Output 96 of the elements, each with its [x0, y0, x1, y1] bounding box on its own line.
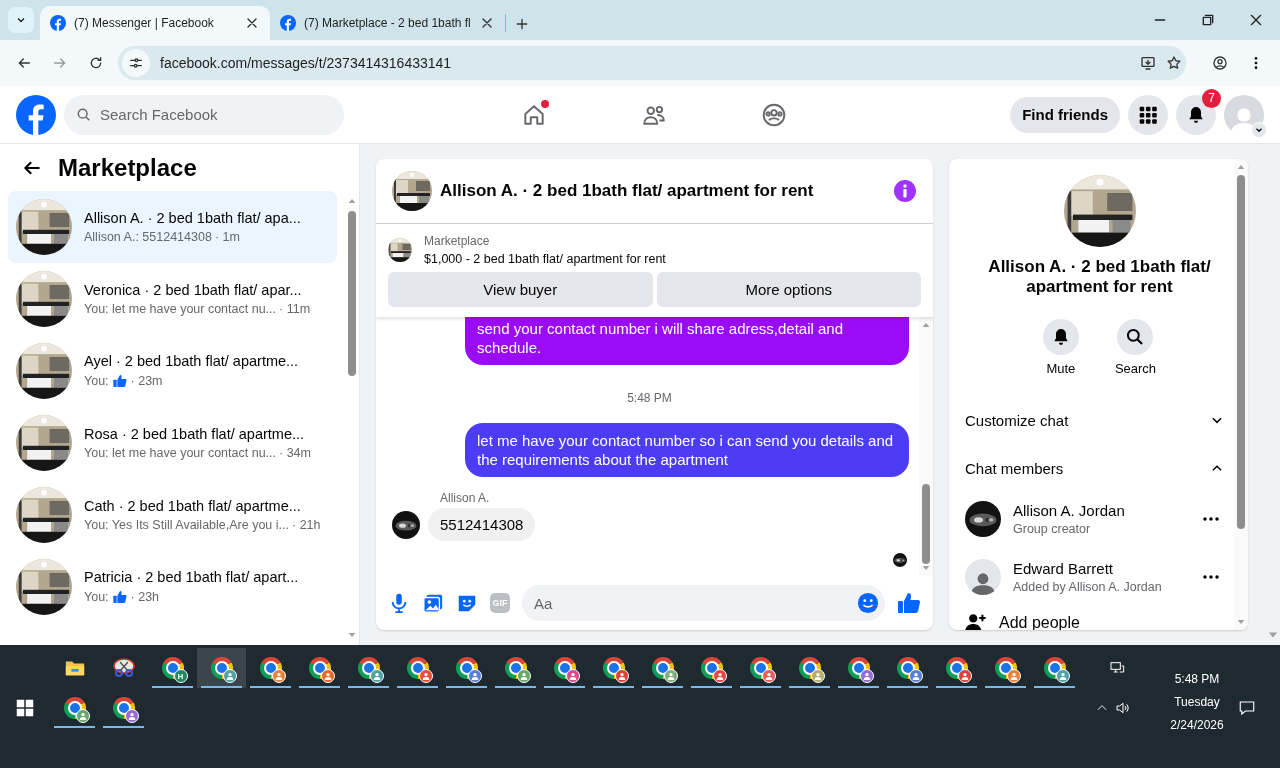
notifications-button[interactable] [1176, 94, 1216, 135]
message-bubble: let me have your contact number so i can send you details and the requirements about the apartment [465, 423, 909, 477]
url-text: facebook.com/messages/t/2373414316433141 [160, 55, 453, 71]
chat-title: Allison A. · 2 bed 1bath flat/ apartment for rent [440, 181, 815, 201]
reload-icon[interactable] [88, 55, 104, 71]
conversation-title: Cath · 2 bed 1bath flat/ apartme... [84, 498, 302, 514]
windows-start-icon[interactable] [16, 699, 34, 717]
thumbs-up-icon[interactable] [897, 591, 921, 615]
site-settings-icon[interactable] [128, 55, 144, 71]
conversation-item[interactable]: Veronica · 2 bed 1bath flat/ apar... You: let me have your contact nu... · 11m [8, 263, 337, 335]
install-app-icon[interactable] [1140, 55, 1156, 71]
conversation-name: Allison A. · 2 bed 1bath flat/ apartment for rent [987, 257, 1212, 297]
bookmark-star-icon[interactable] [1166, 55, 1182, 71]
section-header[interactable]: Customize chat [965, 398, 1234, 442]
message-preview: Allison A.: 5512414308 [84, 230, 212, 244]
groups-icon [761, 101, 787, 128]
facebook-logo-icon[interactable] [50, 15, 66, 31]
page-title: Marketplace [58, 153, 197, 182]
notifications-icon[interactable] [1238, 699, 1256, 717]
clock-time: 5:48 PM [1174, 671, 1220, 686]
section-header[interactable]: Chat members [965, 446, 1234, 490]
default-avatar-icon [965, 559, 1001, 595]
network-icon[interactable] [1109, 660, 1125, 676]
photo-icon[interactable] [422, 592, 444, 614]
taskbar-button[interactable]: H [148, 648, 197, 688]
message-bubble: 5512414308 [428, 508, 536, 541]
message-time: · 34m [279, 446, 311, 460]
find-friends-button[interactable]: Find friends [1010, 96, 1120, 133]
grid-menu-icon [1138, 104, 1158, 125]
profile-badge: H [173, 669, 188, 683]
message-field[interactable]: Aa [522, 585, 885, 621]
notification-count: 7 [1202, 88, 1221, 108]
member-role: Added by Allison A. Jordan [1013, 580, 1163, 594]
listing-label: Marketplace [424, 234, 491, 248]
search-field[interactable]: Search Facebook [64, 94, 344, 135]
scroll-down-icon[interactable] [348, 631, 356, 639]
conversation-item[interactable]: Rosa · 2 bed 1bath flat/ apartme... You: let me have your contact nu... · 34m [8, 407, 337, 479]
taskbar-button[interactable] [197, 648, 246, 688]
scrollbar-thumb[interactable] [348, 211, 356, 376]
section-title: Customize chat [965, 411, 1070, 429]
message-time: · 1m [214, 230, 240, 244]
address-bar[interactable]: facebook.com/messages/t/2373414316433141 [118, 46, 1186, 80]
message-preview: You: let me have your contact nu... [84, 446, 277, 460]
message-preview: You: [84, 590, 109, 604]
conversation-title: Ayel · 2 bed 1bath flat/ apartme... [84, 353, 299, 369]
message-time: · 23h [130, 590, 160, 604]
message-preview: You: let me have your contact nu... [84, 302, 277, 316]
listing-summary: $1,000 - 2 bed 1bath flat/ apartment for rent [424, 252, 666, 266]
conversation-title: Veronica · 2 bed 1bath flat/ apar... [84, 282, 303, 298]
message-preview: You: [84, 374, 109, 388]
member-name: Allison A. Jordan [1013, 502, 1126, 519]
add-person-icon [965, 612, 987, 630]
scissors-icon [111, 656, 136, 680]
back-icon[interactable] [16, 55, 32, 71]
message-time: · 21h [292, 518, 321, 532]
search-icon [1125, 327, 1146, 347]
thumbs-up-icon [111, 589, 128, 605]
listing-button[interactable]: View buyer [388, 272, 653, 307]
message-bubble: send your contact number i will share adress,detail and schedule. [465, 317, 909, 365]
sender-name: Allison A. [440, 491, 491, 505]
browser-tab[interactable]: (7) Messenger | Facebook [40, 6, 270, 40]
conversation-title: Rosa · 2 bed 1bath flat/ apartme... [84, 426, 306, 442]
conversation-item[interactable]: Cath · 2 bed 1bath flat/ apartme... You: Yes Its Still Available,Are you i... · 21h [8, 479, 337, 551]
thumbs-up-icon [111, 373, 128, 389]
clock[interactable]: 5:48 PM Tuesday 2/24/2026 [1167, 644, 1227, 732]
member-role: Group creator [1013, 522, 1092, 536]
clock-day: Tuesday [1174, 694, 1220, 709]
tab-title: (7) Marketplace - 2 bed 1bath fl [304, 16, 471, 30]
scrollbar-thumb[interactable] [922, 484, 930, 564]
scroll-up-icon[interactable] [348, 197, 356, 205]
conversation-title: Patricia · 2 bed 1bath flat/ apart... [84, 569, 299, 585]
tab-title: (7) Messenger | Facebook [74, 16, 215, 30]
section-title: Chat members [965, 459, 1065, 477]
member-name: Edward Barrett [1013, 560, 1115, 577]
emoji-icon[interactable] [857, 592, 879, 614]
conversation-item[interactable]: Ayel · 2 bed 1bath flat/ apartme... You: · 23m [8, 335, 337, 407]
volume-icon[interactable] [1115, 700, 1131, 716]
scrollbar-thumb[interactable] [1237, 175, 1245, 529]
close-icon[interactable] [1248, 12, 1264, 28]
message-preview: You: Yes Its Still Available,Are you i... [84, 518, 289, 532]
menu-button[interactable] [1128, 94, 1168, 135]
facebook-logo-icon[interactable] [280, 15, 296, 31]
listing-button[interactable]: More options [656, 272, 921, 307]
info-icon[interactable] [893, 179, 917, 203]
restore-icon[interactable] [1200, 12, 1216, 28]
conversation-item[interactable]: Allison A. · 2 bed 1bath flat/ apa... Allison A.: 5512414308 · 1m [8, 191, 337, 263]
clock-date: 2/24/2026 [1170, 717, 1224, 732]
conversation-title: Allison A. · 2 bed 1bath flat/ apa... [84, 210, 301, 226]
message-time: · 11m [279, 302, 311, 316]
message-time: · 23m [130, 374, 163, 388]
profile-icon[interactable] [1212, 55, 1228, 71]
search-icon [76, 106, 92, 123]
facebook-logo[interactable] [16, 94, 56, 135]
message-timestamp: 5:48 PM [627, 391, 672, 405]
conversation-item[interactable]: Patricia · 2 bed 1bath flat/ apart... You: · 23h [8, 551, 337, 623]
browser-tab[interactable]: (7) Marketplace - 2 bed 1bath fl [270, 6, 505, 40]
